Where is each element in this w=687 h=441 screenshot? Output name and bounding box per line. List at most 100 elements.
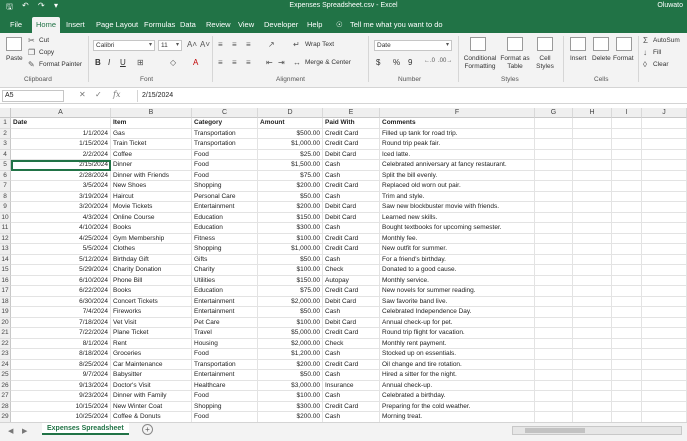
data-cell[interactable]: 2/15/2024	[11, 160, 111, 171]
increase-indent-icon[interactable]: ⇥	[278, 58, 285, 67]
data-cell[interactable]: Celebrated Independence Day.	[380, 307, 535, 318]
bold-button[interactable]: B	[95, 58, 101, 67]
format-painter-icon[interactable]: ✎	[28, 60, 35, 69]
empty-cell[interactable]	[573, 181, 612, 192]
data-cell[interactable]: Credit Card	[323, 181, 380, 192]
data-cell[interactable]: Train Ticket	[111, 139, 192, 150]
tab-developer[interactable]: Developer	[260, 17, 302, 33]
empty-cell[interactable]	[535, 349, 573, 360]
empty-cell[interactable]	[535, 401, 573, 412]
row-header[interactable]: 14	[0, 254, 11, 265]
empty-cell[interactable]	[535, 191, 573, 202]
data-cell[interactable]: 3/20/2024	[11, 202, 111, 213]
data-cell[interactable]: Plane Ticket	[111, 328, 192, 339]
empty-cell[interactable]	[535, 170, 573, 181]
empty-cell[interactable]	[535, 391, 573, 402]
cut-icon[interactable]: ✂	[28, 36, 35, 45]
data-cell[interactable]: Celebrated a birthday.	[380, 391, 535, 402]
data-cell[interactable]: 5/5/2024	[11, 244, 111, 255]
column-header-g[interactable]: G	[535, 108, 573, 118]
data-cell[interactable]: Charity	[192, 265, 258, 276]
column-header-c[interactable]: C	[192, 108, 258, 118]
empty-cell[interactable]	[573, 401, 612, 412]
data-cell[interactable]: 1/15/2024	[11, 139, 111, 150]
row-header[interactable]: 17	[0, 286, 11, 297]
data-cell[interactable]: 8/18/2024	[11, 349, 111, 360]
data-cell[interactable]: Entertainment	[192, 202, 258, 213]
row-header[interactable]: 26	[0, 380, 11, 391]
data-cell[interactable]: 9/23/2024	[11, 391, 111, 402]
paste-icon[interactable]	[6, 37, 22, 51]
align-right-icon[interactable]: ≡	[246, 58, 251, 67]
data-cell[interactable]: Travel	[192, 328, 258, 339]
data-cell[interactable]: 8/1/2024	[11, 338, 111, 349]
empty-cell[interactable]	[612, 370, 642, 381]
scroll-sheets-left-icon[interactable]: ◀	[8, 427, 13, 435]
empty-cell[interactable]	[612, 328, 642, 339]
data-cell[interactable]: Shopping	[192, 181, 258, 192]
format-as-table-icon[interactable]	[507, 37, 523, 51]
empty-cell[interactable]	[573, 160, 612, 171]
data-cell[interactable]: Coffee & Donuts	[111, 412, 192, 422]
column-header-a[interactable]: A	[11, 108, 111, 118]
data-cell[interactable]: 7/4/2024	[11, 307, 111, 318]
data-cell[interactable]: Monthly fee.	[380, 233, 535, 244]
empty-cell[interactable]	[573, 349, 612, 360]
data-cell[interactable]: Food	[192, 349, 258, 360]
data-cell[interactable]: Shopping	[192, 244, 258, 255]
data-cell[interactable]: Credit Card	[323, 139, 380, 150]
data-cell[interactable]: Annual check-up.	[380, 380, 535, 391]
data-cell[interactable]: 7/18/2024	[11, 317, 111, 328]
row-header[interactable]: 16	[0, 275, 11, 286]
align-bottom-icon[interactable]: ≡	[246, 40, 251, 49]
header-cell[interactable]: Paid With	[323, 118, 380, 129]
data-cell[interactable]: Dinner	[111, 160, 192, 171]
column-header-f[interactable]: F	[380, 108, 535, 118]
data-cell[interactable]: Entertainment	[192, 370, 258, 381]
empty-cell[interactable]	[642, 370, 687, 381]
data-cell[interactable]: Bought textbooks for upcoming semester.	[380, 223, 535, 234]
row-header[interactable]: 10	[0, 212, 11, 223]
empty-cell[interactable]	[535, 118, 573, 129]
empty-cell[interactable]	[573, 212, 612, 223]
empty-cell[interactable]	[612, 286, 642, 297]
data-cell[interactable]: Saw new blockbuster movie with friends.	[380, 202, 535, 213]
data-cell[interactable]: Cash	[323, 254, 380, 265]
tab-view[interactable]: View	[234, 17, 258, 33]
empty-cell[interactable]	[612, 296, 642, 307]
row-header[interactable]: 9	[0, 202, 11, 213]
align-center-icon[interactable]: ≡	[232, 58, 237, 67]
tab-review[interactable]: Review	[202, 17, 235, 33]
empty-cell[interactable]	[642, 296, 687, 307]
row-header[interactable]: 23	[0, 349, 11, 360]
empty-cell[interactable]	[642, 139, 687, 150]
empty-cell[interactable]	[612, 170, 642, 181]
data-cell[interactable]: Books	[111, 223, 192, 234]
empty-cell[interactable]	[535, 296, 573, 307]
data-cell[interactable]: Annual check-up for pet.	[380, 317, 535, 328]
empty-cell[interactable]	[573, 202, 612, 213]
data-cell[interactable]: Donated to a good cause.	[380, 265, 535, 276]
conditional-formatting-button[interactable]: Conditional Formatting	[462, 55, 498, 71]
data-cell[interactable]: Healthcare	[192, 380, 258, 391]
delete-cells-button[interactable]: Delete	[592, 55, 611, 62]
empty-cell[interactable]	[535, 380, 573, 391]
italic-button[interactable]: I	[108, 58, 110, 67]
data-cell[interactable]: Pet Care	[192, 317, 258, 328]
data-cell[interactable]: 5/29/2024	[11, 265, 111, 276]
data-cell[interactable]: Cash	[323, 223, 380, 234]
data-cell[interactable]: $5,000.00	[258, 328, 323, 339]
merge-center-icon[interactable]: ↔	[293, 58, 301, 67]
data-cell[interactable]: Cash	[323, 170, 380, 181]
font-size-select[interactable]: 11 ▾	[158, 40, 182, 51]
empty-cell[interactable]	[612, 380, 642, 391]
row-header[interactable]: 2	[0, 128, 11, 139]
data-cell[interactable]: Transportation	[192, 359, 258, 370]
format-as-table-button[interactable]: Format as Table	[500, 55, 530, 71]
empty-cell[interactable]	[642, 401, 687, 412]
empty-cell[interactable]	[535, 275, 573, 286]
data-cell[interactable]: Doctor's Visit	[111, 380, 192, 391]
align-left-icon[interactable]: ≡	[218, 58, 223, 67]
tell-me-search[interactable]: Tell me what you want to do	[346, 17, 447, 33]
row-header[interactable]: 4	[0, 149, 11, 160]
